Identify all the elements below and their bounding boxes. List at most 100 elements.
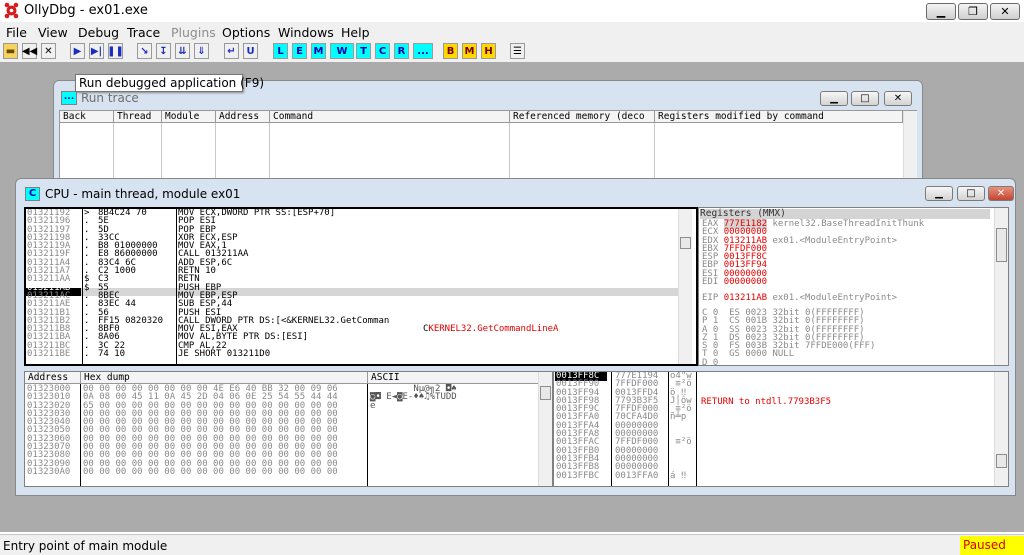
window-title: OllyDbg - ex01.exe bbox=[24, 3, 148, 18]
run-trace-title: Run trace bbox=[81, 91, 139, 105]
step-into-icon[interactable]: ↘ bbox=[137, 43, 152, 59]
column-referenced-memory[interactable]: Referenced memory (deco bbox=[510, 111, 655, 123]
dump-pane[interactable]: Address Hex dump ASCII 01323000 01323010 0… bbox=[24, 371, 553, 487]
run-trace-maximize-button[interactable]: □ bbox=[851, 91, 879, 106]
cpu-window-button[interactable]: C bbox=[375, 43, 390, 59]
threads-window-button[interactable]: T bbox=[356, 43, 371, 59]
close-program-icon[interactable]: ✕ bbox=[41, 43, 56, 59]
memory-breakpoints-window-button[interactable]: M bbox=[462, 43, 477, 59]
title-bar: OllyDbg - ex01.exe ▁ ❐ ✕ bbox=[0, 0, 1024, 22]
flags-list: C 0 ES 0023 32bit 0(FFFFFFFF) P 1 CS 001B… bbox=[702, 308, 875, 366]
dump-hex-header[interactable]: Hex dump bbox=[81, 372, 368, 384]
run-trace-scrollbar[interactable] bbox=[903, 111, 917, 179]
menu-debug[interactable]: Debug bbox=[78, 25, 119, 40]
register-info: kernel32.BaseThreadInitThunk bbox=[767, 219, 925, 229]
execute-till-user-icon[interactable]: U bbox=[243, 43, 258, 59]
close-button[interactable]: ✕ bbox=[990, 3, 1020, 20]
pause-icon[interactable]: ❚❚ bbox=[107, 43, 124, 59]
register-row[interactable]: EIP 013211AB ex01.<ModuleEntryPoint> bbox=[702, 293, 898, 303]
stack-scroll-thumb[interactable] bbox=[996, 454, 1007, 468]
column-address[interactable]: Address bbox=[216, 111, 270, 123]
menu-plugins[interactable]: Plugins bbox=[171, 25, 216, 40]
execute-till-return-icon[interactable]: ↵ bbox=[224, 43, 239, 59]
flag-row: T 0 GS 0000 NULL bbox=[702, 349, 795, 360]
cpu-close-button[interactable]: ✕ bbox=[988, 186, 1014, 201]
menu-view[interactable]: View bbox=[38, 25, 68, 40]
registers-pane[interactable]: Registers (MMX) EAX 777E1182 kernel32.Ba… bbox=[698, 207, 1009, 366]
register-value[interactable]: 00000000 bbox=[724, 277, 767, 287]
breakpoints-window-button[interactable]: B bbox=[443, 43, 458, 59]
dump-address: 013230A0 bbox=[27, 466, 71, 477]
disasm-comment-text: KERNEL32.GetCommandLineA bbox=[428, 324, 559, 334]
stack-pane[interactable]: 0013FF8C 0013FF90 0013FF94 0013FF98 0013FF9C… bbox=[553, 371, 1009, 487]
run-trace-minimize-button[interactable]: ▁ bbox=[820, 91, 848, 106]
column-command[interactable]: Command bbox=[270, 111, 510, 123]
run-trace-close-button[interactable]: ✕ bbox=[884, 91, 912, 106]
register-name: EDI bbox=[702, 277, 724, 288]
stack-scrollbar[interactable] bbox=[994, 372, 1008, 486]
dump-ascii: ◙◘ E◄◙E-♦♠♫%TUDD bbox=[370, 392, 457, 403]
restart-icon[interactable]: ◀◀ bbox=[22, 43, 37, 59]
restore-button[interactable]: ❐ bbox=[958, 3, 988, 20]
registers-scrollbar[interactable] bbox=[994, 208, 1008, 365]
register-info: ex01.<ModuleEntryPoint> bbox=[767, 293, 898, 303]
registers-scroll-thumb[interactable] bbox=[996, 228, 1007, 262]
cpu-maximize-button[interactable]: □ bbox=[957, 186, 985, 201]
flag-row: D 0 bbox=[702, 357, 719, 366]
cpu-window: C CPU - main thread, module ex01 ▁ □ ✕ 0… bbox=[15, 178, 1016, 496]
modules-window-button[interactable]: E bbox=[292, 43, 307, 59]
registers-title[interactable]: Registers (MMX) bbox=[700, 209, 990, 219]
minimize-icon: ▁ bbox=[830, 93, 838, 104]
dump-address-header[interactable]: Address bbox=[25, 372, 81, 384]
column-back[interactable]: Back bbox=[60, 111, 114, 123]
open-icon[interactable]: ▬ bbox=[3, 43, 18, 59]
disasm-comment: CKERNEL32.GetCommandLineA bbox=[423, 324, 559, 334]
animate-into-icon[interactable]: ⇊ bbox=[175, 43, 190, 59]
register-row[interactable]: EDI 00000000 bbox=[702, 277, 924, 288]
references-window-button[interactable]: R bbox=[394, 43, 409, 59]
run-icon[interactable]: ▶ bbox=[70, 43, 85, 59]
disassembly-pane[interactable]: 01321192 01321196 01321197 01321198 0132119A… bbox=[24, 207, 698, 366]
dump-scrollbar[interactable] bbox=[538, 372, 552, 486]
maximize-icon: □ bbox=[860, 93, 870, 104]
column-module[interactable]: Module bbox=[162, 111, 216, 123]
column-thread[interactable]: Thread bbox=[114, 111, 162, 123]
step-over-icon[interactable]: ↧ bbox=[156, 43, 171, 59]
close-icon: ✕ bbox=[996, 188, 1006, 199]
run-trace-window-button[interactable]: ... bbox=[413, 43, 433, 59]
column-registers-modified[interactable]: Registers modified by command bbox=[655, 111, 903, 123]
menu-help[interactable]: Help bbox=[341, 25, 370, 40]
dump-scroll-thumb[interactable] bbox=[540, 386, 551, 400]
tooltip: Run debugged application (F9) bbox=[75, 74, 264, 92]
memory-window-button[interactable]: M bbox=[311, 43, 326, 59]
disasm-scroll-thumb[interactable] bbox=[680, 237, 691, 249]
disasm-command-column: MOV ECX,DWORD PTR SS:[ESP+70] POP ESI POP … bbox=[178, 209, 423, 358]
log-window-button[interactable]: L bbox=[273, 43, 288, 59]
register-value[interactable]: 013211AB bbox=[724, 293, 767, 303]
dump-ascii: e bbox=[370, 400, 376, 411]
disasm-scrollbar[interactable] bbox=[678, 209, 692, 364]
menu-file[interactable]: File bbox=[6, 25, 27, 40]
run-trace-table: Back Thread Module Address Command Refer… bbox=[59, 110, 917, 181]
status-bar: Entry point of main module Paused bbox=[0, 534, 1024, 555]
animate-over-icon[interactable]: ⇓ bbox=[194, 43, 209, 59]
dump-ascii-header[interactable]: ASCII bbox=[368, 372, 539, 384]
stack-address: 0013FFBC bbox=[556, 470, 600, 481]
menu-windows[interactable]: Windows bbox=[278, 25, 334, 40]
eip-register: EIP 013211AB ex01.<ModuleEntryPoint> bbox=[702, 293, 898, 303]
minimize-icon: ▁ bbox=[936, 5, 946, 18]
run-trace-window-icon: ... bbox=[61, 91, 77, 105]
windows-window-button[interactable]: W bbox=[330, 43, 354, 59]
dump-ascii bbox=[370, 418, 457, 426]
cpu-minimize-button[interactable]: ▁ bbox=[925, 186, 953, 201]
minimize-button[interactable]: ▁ bbox=[926, 3, 956, 20]
list-icon[interactable]: ☰ bbox=[510, 43, 525, 59]
dump-hex: 00 00 00 00 00 00 00 00 00 00 00 00 00 0… bbox=[83, 466, 338, 477]
disasm-address: 013211BE bbox=[27, 349, 71, 360]
hardware-breakpoints-window-button[interactable]: H bbox=[481, 43, 496, 59]
run-thread-icon[interactable]: ▶| bbox=[89, 43, 104, 59]
menu-trace[interactable]: Trace bbox=[127, 25, 160, 40]
menu-options[interactable]: Options bbox=[222, 25, 270, 40]
cpu-window-icon: C bbox=[25, 187, 40, 201]
ollydbg-logo-icon bbox=[3, 2, 20, 19]
